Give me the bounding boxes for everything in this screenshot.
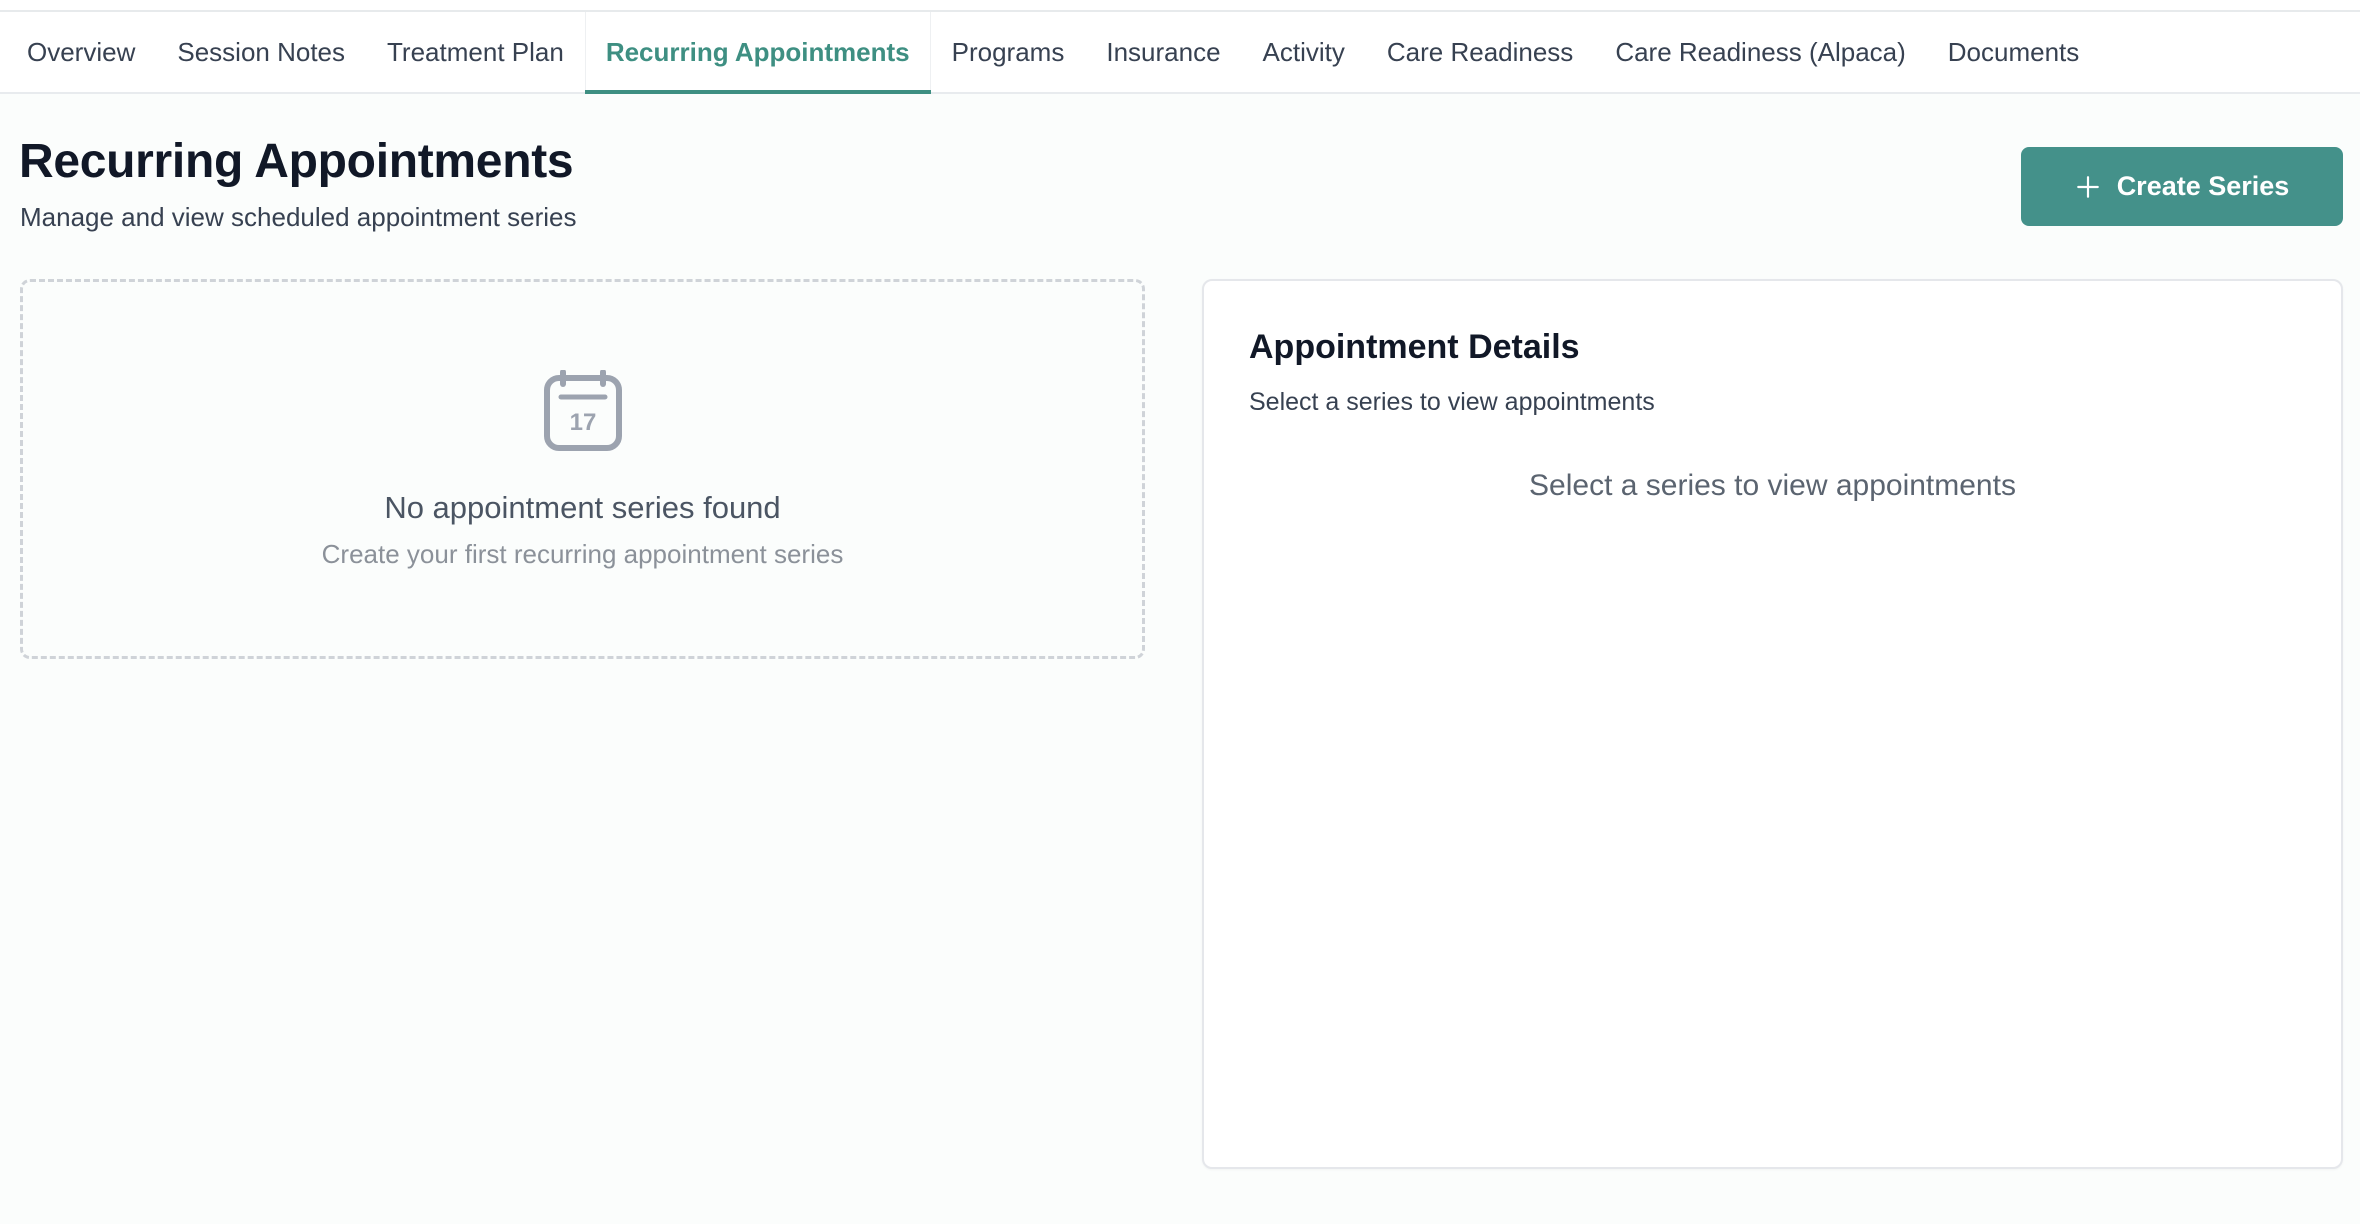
tab-care-readiness-alpaca[interactable]: Care Readiness (Alpaca) xyxy=(1594,12,1926,92)
tab-insurance[interactable]: Insurance xyxy=(1085,12,1241,92)
calendar-day-number: 17 xyxy=(570,409,597,436)
create-series-button[interactable]: Create Series xyxy=(2021,147,2343,226)
appointment-details-panel: Appointment Details Select a series to v… xyxy=(1202,279,2343,1169)
details-title: Appointment Details xyxy=(1249,328,1580,366)
plus-icon xyxy=(2076,175,2099,198)
calendar-icon: 17 xyxy=(544,370,622,451)
tab-treatment-plan[interactable]: Treatment Plan xyxy=(366,12,585,92)
page-subtitle: Manage and view scheduled appointment se… xyxy=(20,202,577,232)
empty-state-title: No appointment series found xyxy=(384,490,781,525)
tab-overview[interactable]: Overview xyxy=(6,12,156,92)
top-strip xyxy=(0,0,2360,12)
tab-session-notes[interactable]: Session Notes xyxy=(156,12,366,92)
tab-documents[interactable]: Documents xyxy=(1927,12,2101,92)
details-subtitle: Select a series to view appointments xyxy=(1249,388,1655,416)
tab-recurring-appointments[interactable]: Recurring Appointments xyxy=(584,12,931,94)
tab-bar: Overview Session Notes Treatment Plan Re… xyxy=(0,12,2360,94)
page-title: Recurring Appointments xyxy=(19,135,574,188)
create-series-label: Create Series xyxy=(2116,171,2290,201)
details-empty-message: Select a series to view appointments xyxy=(1529,469,2016,502)
tab-programs[interactable]: Programs xyxy=(931,12,1086,92)
series-list-empty-state: 17 No appointment series found Create yo… xyxy=(20,279,1145,659)
tab-care-readiness[interactable]: Care Readiness xyxy=(1366,12,1594,92)
empty-state-subtitle: Create your first recurring appointment … xyxy=(321,539,844,569)
tab-activity[interactable]: Activity xyxy=(1242,12,1366,92)
